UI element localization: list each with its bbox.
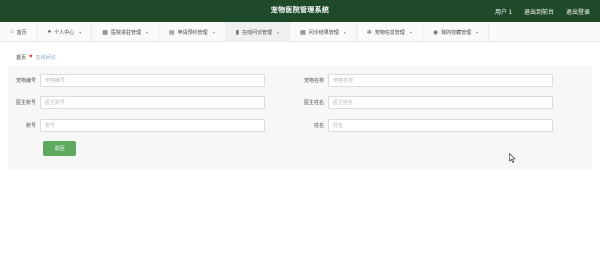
account-input[interactable]: 账号 [40, 119, 265, 132]
exit-to-frontend-link[interactable]: 退出到前台 [524, 7, 554, 16]
header-actions: 用户 1 退出到前台 退出登录 [495, 0, 590, 22]
breadcrumb-current: 在线问诊 [35, 54, 56, 61]
nav-item-label: 我的收藏管理 [441, 29, 472, 36]
person-icon: ● [47, 29, 52, 35]
logout-link[interactable]: 退出登录 [566, 7, 590, 16]
doctor-name-input[interactable]: 医生姓名 [328, 96, 553, 109]
chevron-down-icon: ▾ [343, 29, 346, 35]
top-header: 宠物医院管理系统 用户 1 退出到前台 退出登录 [0, 0, 600, 22]
table-icon: ▤ [169, 29, 175, 36]
nav-item[interactable]: ▦ 问诊结果管理 ▾ [290, 22, 357, 42]
heart-icon: ♥ [29, 54, 33, 60]
grid-icon: ▦ [102, 29, 108, 36]
nav-item[interactable]: ▮ 在线问诊管理 ▾ [225, 22, 291, 42]
nav-item-label: 医院进驻管理 [110, 29, 141, 36]
nav-item-label: 宠物信息管理 [374, 29, 405, 36]
doctor-id-label: 医生账号 [15, 100, 36, 106]
nav-item-label: 在线问诊管理 [242, 29, 273, 36]
nav-item[interactable]: ▤ 申请预约管理 ▾ [159, 22, 226, 42]
nav-item[interactable]: ● 个人中心 ▾ [38, 22, 93, 42]
settings-icon: ✻ [366, 29, 372, 36]
pet-id-label: 宠物编号 [15, 78, 36, 84]
nav-item[interactable]: ✻ 宠物信息管理 ▾ [357, 22, 423, 42]
nav-item[interactable]: ⌂ 首页 [0, 22, 38, 42]
account-label: 账号 [25, 123, 36, 129]
home-icon: ⌂ [10, 29, 14, 35]
pet-name-row: 宠物名称 宠物名称 [302, 74, 553, 87]
chart-icon: ▮ [235, 29, 240, 36]
name-row: 姓名 姓名 [302, 119, 553, 132]
chevron-down-icon: ▾ [145, 29, 148, 35]
nav-item[interactable]: ▦ 医院进驻管理 ▾ [92, 22, 159, 42]
back-button[interactable]: 返回 [43, 141, 76, 156]
chevron-down-icon: ▾ [212, 29, 215, 35]
user-name[interactable]: 用户 1 [495, 7, 512, 16]
doctor-name-label: 医生姓名 [303, 100, 324, 106]
pet-id-input[interactable]: 宠物编号 [40, 74, 265, 87]
chevron-down-icon: ▾ [277, 29, 280, 35]
chevron-down-icon: ▾ [79, 29, 82, 35]
breadcrumb-home[interactable]: 首页 [16, 54, 26, 61]
nav-item-label: 个人中心 [54, 29, 75, 36]
pet-name-label: 宠物名称 [303, 78, 324, 84]
pet-id-row: 宠物编号 宠物编号 [14, 74, 265, 87]
nav-item-label: 问诊结果管理 [308, 29, 339, 36]
nav-item[interactable]: ◉ 我的收藏管理 ▾ [423, 22, 490, 42]
main-nav: ⌂ 首页 ● 个人中心 ▾ ▦ 医院进驻管理 ▾ ▤ 申请预约管理 ▾ ▮ 在线问诊管理 ▾ ▦ 问诊结果管理… [0, 22, 600, 42]
name-input[interactable]: 姓名 [328, 119, 553, 132]
doctor-id-input[interactable]: 医生账号 [40, 96, 265, 109]
doctor-name-row: 医生姓名 医生姓名 [302, 96, 553, 109]
name-label: 姓名 [313, 123, 324, 129]
pin-icon: ◉ [432, 29, 439, 36]
chevron-down-icon: ▾ [409, 29, 412, 35]
pet-name-input[interactable]: 宠物名称 [328, 74, 553, 87]
nav-item-label: 首页 [16, 29, 27, 36]
nav-item-label: 申请预约管理 [177, 29, 208, 36]
chevron-down-icon: ▾ [476, 29, 479, 35]
doctor-id-row: 医生账号 医生账号 [14, 96, 265, 109]
account-row: 账号 账号 [14, 119, 265, 132]
mouse-cursor-icon [509, 153, 516, 163]
grid-icon: ▦ [300, 29, 306, 36]
breadcrumb: 首页 ♥ 在线问诊 [16, 53, 56, 61]
